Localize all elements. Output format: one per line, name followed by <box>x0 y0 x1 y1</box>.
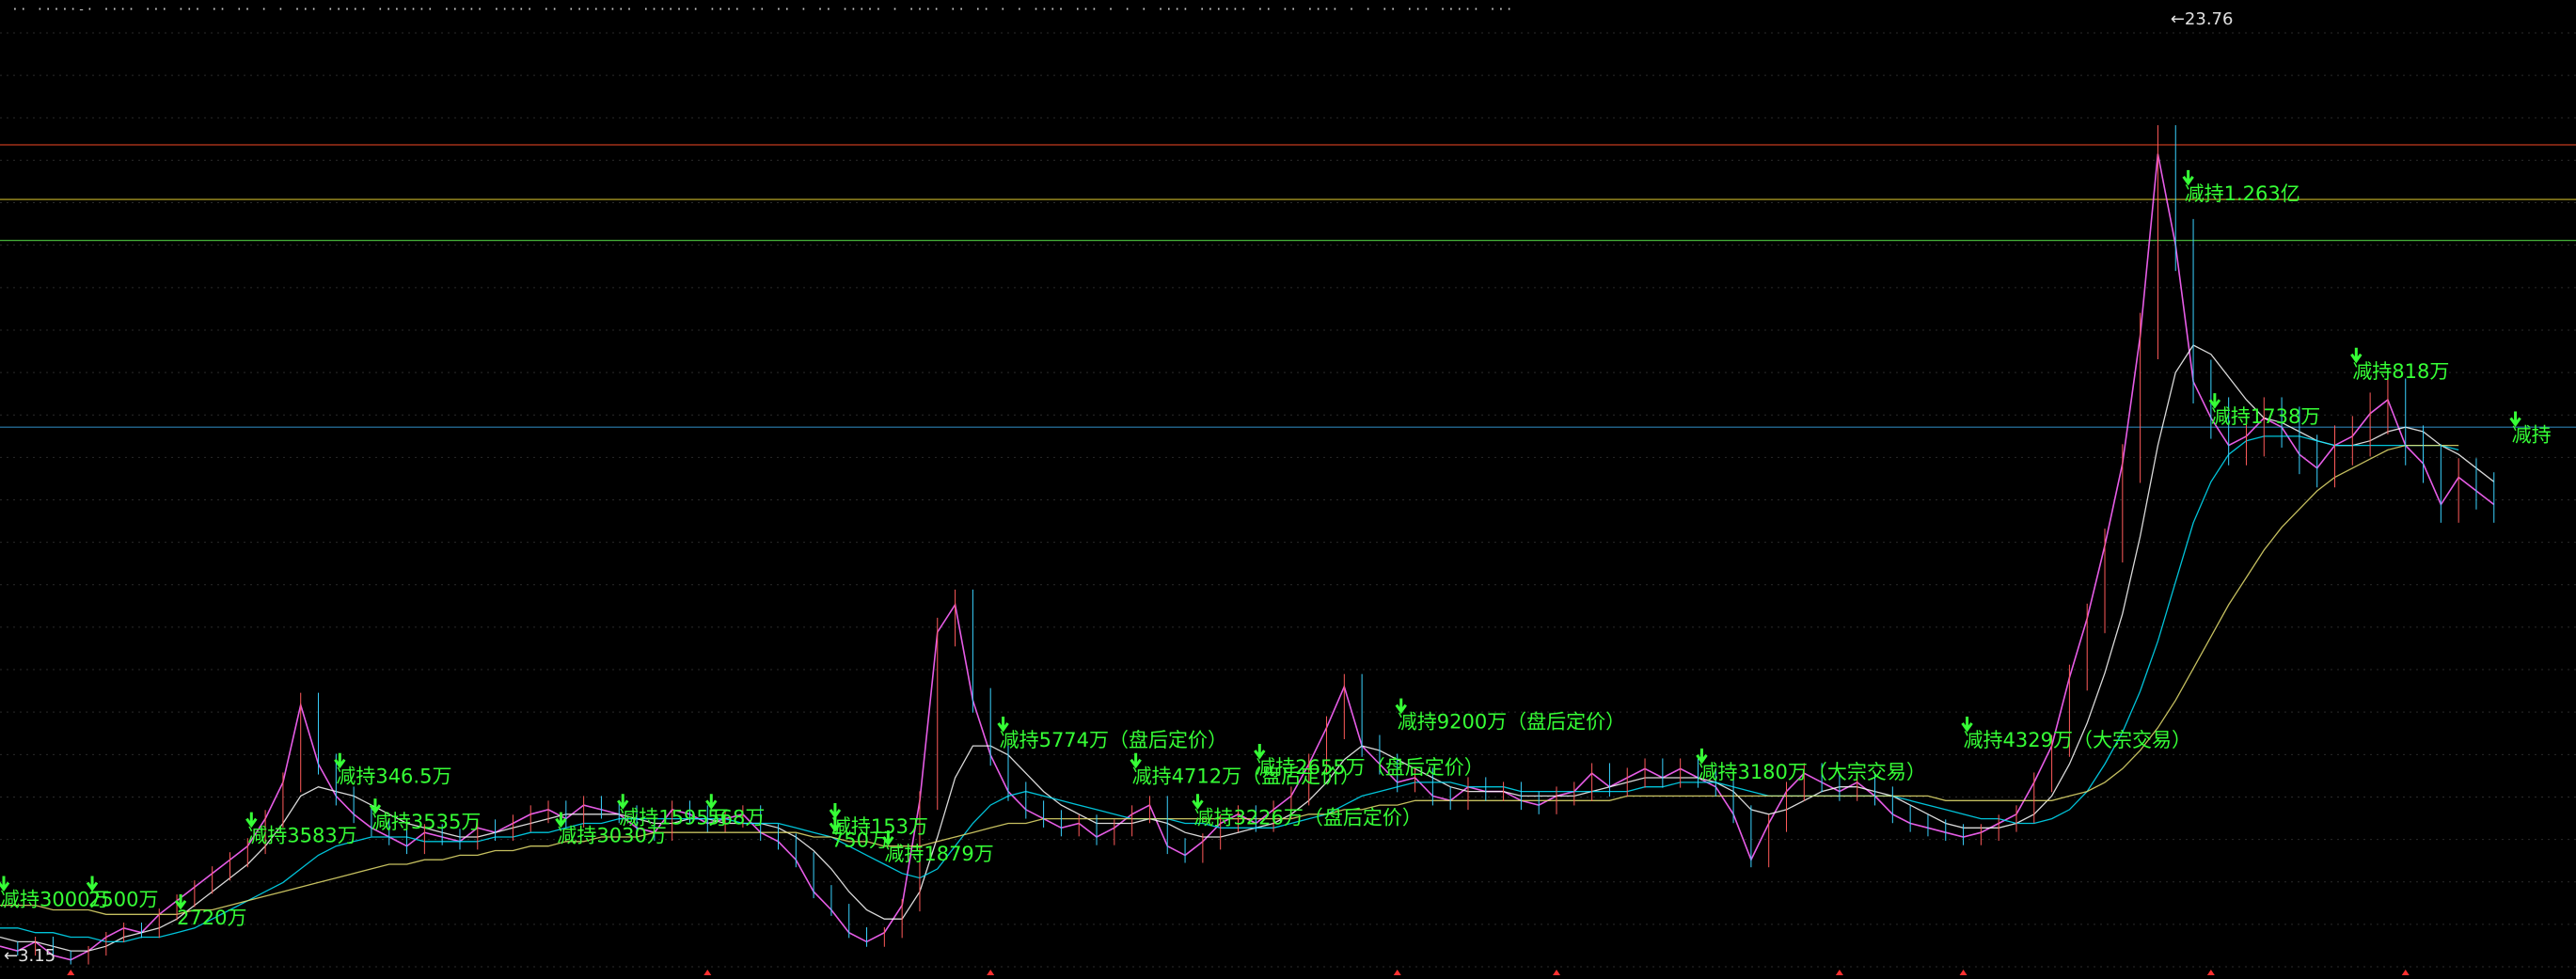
annotation-label: 减持 <box>2512 424 2552 447</box>
annotation-arrow <box>86 876 99 892</box>
annotation-label: 减持2655万（盘后定价） <box>1256 756 1483 779</box>
event-marker[interactable] <box>2206 970 2215 975</box>
series-line-3 <box>0 444 2459 915</box>
annotation-arrow <box>1130 752 1142 769</box>
annotation-label: 减持3583万 <box>247 825 356 847</box>
annotation-label: 568万 <box>707 806 765 829</box>
annotation-label: 750万 <box>831 829 889 852</box>
series-line-1 <box>0 344 2495 952</box>
annotation-label: 减持3226万（盘后定价） <box>1193 806 1421 829</box>
annotation-arrow <box>705 794 718 810</box>
event-marker[interactable] <box>987 970 995 975</box>
event-marker[interactable] <box>703 970 712 975</box>
event-markers-layer <box>67 970 2410 975</box>
event-marker[interactable] <box>1835 970 1843 975</box>
series-layer <box>0 125 2495 965</box>
annotation-label: 减持3030万 <box>557 825 666 847</box>
annotation-arrow <box>2182 169 2194 186</box>
annotation-arrow <box>997 716 1009 733</box>
annotation-label: 减持3180万（大宗交易） <box>1698 761 1925 783</box>
annotation-arrow <box>1192 794 1204 810</box>
annotation-arrow <box>829 802 842 819</box>
annotation-label: 减持3535万 <box>371 811 481 833</box>
annotation-arrow <box>1254 744 1266 760</box>
event-marker[interactable] <box>67 970 75 975</box>
annotation-arrow <box>2350 347 2363 364</box>
event-marker[interactable] <box>2401 970 2410 975</box>
annotations-layer: 减持3000万2500万2720万减持3583万减持346.5万减持3535万减… <box>0 9 2552 966</box>
event-marker[interactable] <box>1553 970 1561 975</box>
annotation-arrow <box>1395 698 1407 715</box>
annotation-label: 减持1.263亿 <box>2185 182 2300 205</box>
annotation-arrow <box>0 876 10 892</box>
annotation-label: 减持9200万（盘后定价） <box>1398 711 1625 734</box>
annotation-arrow <box>1961 716 1973 733</box>
annotation-arrow <box>2509 411 2521 428</box>
annotation-label: 减持4329万（大宗交易） <box>1964 729 2191 751</box>
annotation-label: 减持5774万（盘后定价） <box>1000 729 1227 751</box>
annotation-label: 减持818万 <box>2352 360 2449 383</box>
extreme-label: ←3.15 <box>4 946 55 966</box>
annotation-label: 2500万 <box>88 888 158 910</box>
extreme-label: ←23.76 <box>2171 9 2234 29</box>
annotation-label: 2720万 <box>177 907 246 929</box>
event-marker[interactable] <box>1393 970 1401 975</box>
annotation-label: 减持1879万 <box>884 843 993 865</box>
series-line-2 <box>0 435 2459 943</box>
annotation-label: 减持1738万 <box>2211 405 2320 428</box>
event-marker[interactable] <box>1959 970 1968 975</box>
annotation-label: 减持346.5万 <box>336 766 451 788</box>
annotation-arrow <box>245 812 258 829</box>
candlestick-chart[interactable]: 减持3000万2500万2720万减持3583万减持346.5万减持3535万减… <box>0 0 2576 979</box>
